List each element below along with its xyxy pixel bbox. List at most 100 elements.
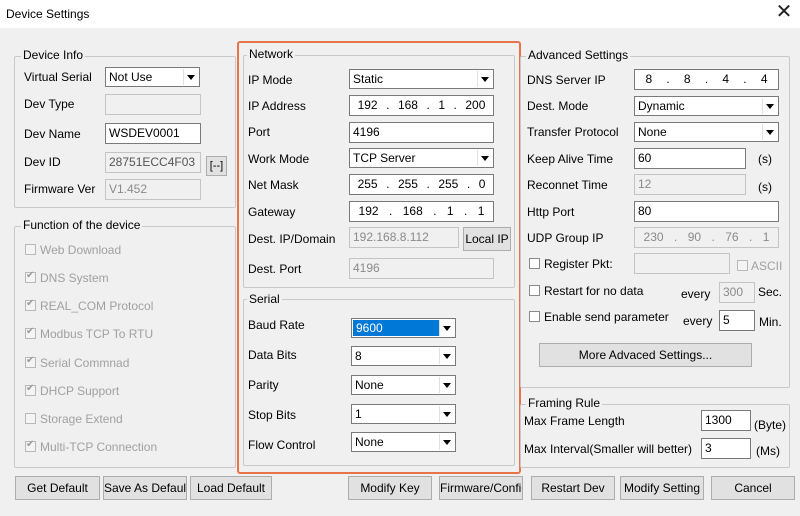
web-download-label: Web Download <box>40 243 122 257</box>
get-default-button[interactable]: Get Default <box>15 476 100 500</box>
device-info-legend: Device Info <box>21 48 86 62</box>
real-com-checkbox <box>25 298 36 311</box>
cancel-button[interactable]: Cancel <box>711 476 795 500</box>
ip-address-field[interactable]: 192. 168. 1. 200 <box>349 95 494 116</box>
http-port-field[interactable]: 80 <box>634 201 779 222</box>
data-bits-label: Data Bits <box>248 348 297 362</box>
dev-id-label: Dev ID <box>24 155 61 169</box>
max-interval-unit: (Ms) <box>756 444 780 458</box>
dhcp-checkbox <box>25 383 36 396</box>
udp-group-field: 230. 90. 76. 1 <box>634 227 779 248</box>
dest-port-field: 4196 <box>349 258 494 279</box>
register-pkt-checkbox[interactable] <box>529 258 540 269</box>
work-mode-select[interactable]: TCP Server <box>349 148 494 168</box>
firmware-field: V1.452 <box>105 179 201 200</box>
gateway-field[interactable]: 192. 168. 1. 1 <box>349 201 494 222</box>
send-param-checkbox[interactable] <box>529 311 540 322</box>
max-frame-unit: (Byte) <box>754 418 787 432</box>
storage-extend-label: Storage Extend <box>40 412 123 426</box>
max-frame-label: Max Frame Length <box>524 414 625 428</box>
modify-setting-button[interactable]: Modify Setting <box>620 476 704 500</box>
send-param-label: Enable send parameter <box>544 310 669 324</box>
work-mode-label: Work Mode <box>248 152 310 166</box>
data-bits-select[interactable]: 8 <box>351 346 456 366</box>
network-legend: Network <box>247 47 296 61</box>
dhcp-label: DHCP Support <box>40 384 120 398</box>
chevron-down-icon <box>439 320 454 336</box>
dev-type-label: Dev Type <box>24 97 75 111</box>
gateway-label: Gateway <box>248 205 296 219</box>
chevron-down-icon <box>439 406 454 422</box>
ip-mode-label: IP Mode <box>248 73 293 87</box>
register-pkt-field <box>634 253 730 274</box>
functions-legend: Function of the device <box>21 218 143 232</box>
dest-ip-field: 192.168.8.112 <box>349 227 459 248</box>
load-default-button[interactable]: Load Default <box>190 476 272 500</box>
network-group <box>243 55 515 288</box>
parity-select[interactable]: None <box>351 375 456 395</box>
flow-control-label: Flow Control <box>248 438 316 452</box>
stop-bits-select[interactable]: 1 <box>351 404 456 424</box>
ascii-label: ASCII <box>751 259 783 273</box>
serial-command-label: Serial Commnad <box>40 356 130 370</box>
port-label: Port <box>248 125 271 139</box>
title-bar <box>0 0 800 28</box>
virtual-serial-select[interactable]: Not Use <box>105 67 200 87</box>
virtual-serial-label: Virtual Serial <box>24 70 92 84</box>
dns-label: DNS Server IP <box>527 73 606 87</box>
multi-tcp-checkbox <box>25 439 36 452</box>
ascii-checkbox <box>737 260 748 271</box>
dest-port-label: Dest. Port <box>248 262 302 276</box>
restart-unit: Sec. <box>758 285 783 299</box>
net-mask-field[interactable]: 255. 255. 255. 0 <box>349 174 494 195</box>
ip-address-label: IP Address <box>248 99 306 113</box>
dev-name-field[interactable]: WSDEV0001 <box>105 123 201 144</box>
net-mask-label: Net Mask <box>248 178 299 192</box>
modbus-label: Modbus TCP To RTU <box>40 327 154 341</box>
max-interval-label: Max Interval(Smaller will better) <box>524 442 693 456</box>
send-unit: Min. <box>759 315 782 329</box>
send-every-label: every <box>683 314 713 328</box>
send-value-field[interactable]: 5 <box>719 310 755 331</box>
parity-label: Parity <box>248 378 279 392</box>
more-advanced-button[interactable]: More Advaced Settings... <box>539 343 752 367</box>
close-icon[interactable]: ✕ <box>772 2 796 24</box>
serial-command-checkbox <box>25 355 36 368</box>
chevron-down-icon <box>439 348 454 364</box>
baud-rate-select[interactable]: 9600 <box>351 318 456 338</box>
ip-mode-select[interactable]: Static <box>349 69 494 89</box>
dns-system-checkbox <box>25 270 36 283</box>
dns-system-label: DNS System <box>40 271 109 285</box>
transfer-select[interactable]: None <box>634 122 779 142</box>
save-as-default-button[interactable]: Save As Default <box>103 476 187 500</box>
transfer-label: Transfer Protocol <box>527 125 619 139</box>
max-interval-field[interactable]: 3 <box>701 438 751 459</box>
dest-mode-label: Dest. Mode <box>527 99 589 113</box>
dns-field[interactable]: 8.8.4.4 <box>634 69 779 90</box>
chevron-down-icon <box>183 69 198 85</box>
keep-alive-label: Keep Alive Time <box>527 152 614 166</box>
chevron-down-icon <box>477 150 492 166</box>
local-ip-button[interactable]: Local IP <box>463 227 511 251</box>
dest-mode-select[interactable]: Dynamic <box>634 96 779 116</box>
dev-id-button[interactable]: [--] <box>206 156 227 176</box>
reconnect-label: Reconnet Time <box>527 178 608 192</box>
functions-group <box>14 226 236 468</box>
restart-no-data-label: Restart for no data <box>544 284 644 298</box>
reconnect-unit: (s) <box>758 180 772 194</box>
real-com-label: REAL_COM Protocol <box>40 299 154 313</box>
stop-bits-label: Stop Bits <box>248 408 297 422</box>
window-title: Device Settings <box>6 7 90 21</box>
port-field[interactable]: 4196 <box>349 122 494 143</box>
advanced-legend: Advanced Settings <box>526 48 631 62</box>
modbus-checkbox <box>25 326 36 339</box>
max-frame-field[interactable]: 1300 <box>701 410 751 431</box>
firmware-config-button[interactable]: Firmware/Config <box>439 476 523 500</box>
udp-group-label: UDP Group IP <box>527 231 604 245</box>
modify-key-button[interactable]: Modify Key <box>348 476 432 500</box>
restart-dev-button[interactable]: Restart Dev <box>531 476 615 500</box>
keep-alive-field[interactable]: 60 <box>634 148 746 169</box>
flow-control-select[interactable]: None <box>351 432 456 452</box>
dev-type-field <box>105 94 201 115</box>
restart-no-data-checkbox[interactable] <box>529 285 540 296</box>
